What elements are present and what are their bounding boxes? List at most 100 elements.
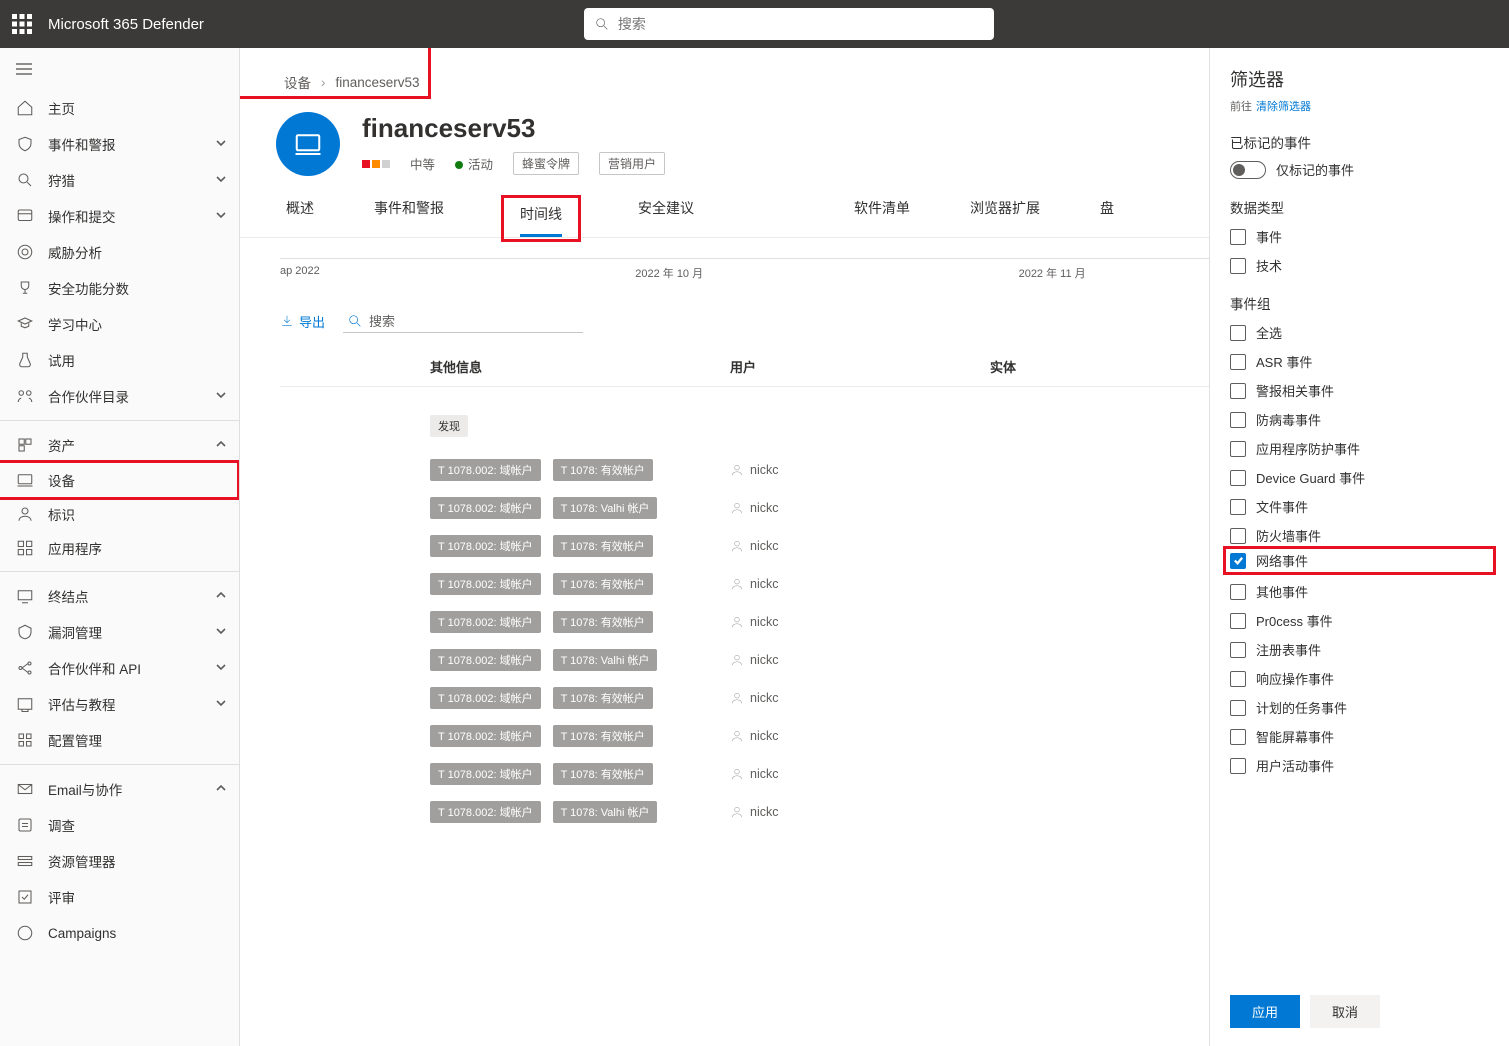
tab-disk[interactable]: 盘: [1100, 198, 1114, 237]
nav-hunting[interactable]: 狩猎: [0, 162, 239, 198]
user-name: nickc: [750, 539, 778, 553]
cb-response[interactable]: [1230, 671, 1246, 687]
apply-button[interactable]: 应用: [1230, 995, 1300, 1028]
nav-divider: [0, 420, 239, 421]
nav-apps[interactable]: 应用程序: [0, 531, 239, 565]
vuln-icon: [16, 623, 34, 641]
nav-label: 资产: [48, 435, 75, 455]
nav-label: 威胁分析: [48, 242, 102, 262]
nav-email[interactable]: Email与协作: [0, 771, 239, 807]
chevron-down-icon: [215, 389, 227, 404]
cb-select-all[interactable]: [1230, 325, 1246, 341]
nav-investigations[interactable]: 调查: [0, 807, 239, 843]
nav-review[interactable]: 评审: [0, 879, 239, 915]
tab-recommendations[interactable]: 安全建议: [638, 198, 694, 237]
nav-trial[interactable]: 试用: [0, 342, 239, 378]
cb-events[interactable]: [1230, 229, 1246, 245]
user-icon: [730, 691, 744, 705]
nav-partner-catalog[interactable]: 合作伙伴目录: [0, 378, 239, 414]
filter-clear: 前往清除筛选器: [1230, 98, 1489, 114]
app-title: Microsoft 365 Defender: [48, 16, 204, 33]
nav-threat-analytics[interactable]: 威胁分析: [0, 234, 239, 270]
partner-icon: [16, 387, 34, 405]
nav-config[interactable]: 配置管理: [0, 722, 239, 758]
cb-asr[interactable]: [1230, 354, 1246, 370]
tab-incidents[interactable]: 事件和警报: [374, 198, 444, 237]
cb-other[interactable]: [1230, 584, 1246, 600]
nav-incidents[interactable]: 事件和警报: [0, 126, 239, 162]
cb-schtask[interactable]: [1230, 700, 1246, 716]
clear-prefix: 前往: [1230, 101, 1252, 113]
device-tag[interactable]: 蜂蜜令牌: [513, 152, 579, 175]
nav-vuln[interactable]: 漏洞管理: [0, 614, 239, 650]
nav-label: Email与协作: [48, 779, 122, 799]
nav-label: 漏洞管理: [48, 622, 102, 642]
nav-campaigns[interactable]: Campaigns: [0, 915, 239, 951]
col-header-info[interactable]: 其他信息: [430, 357, 730, 376]
cb-smartscreen[interactable]: [1230, 729, 1246, 745]
device-tag[interactable]: 营销用户: [599, 152, 665, 175]
cb-label: 其他事件: [1256, 582, 1308, 601]
nav-identities[interactable]: 标识: [0, 497, 239, 531]
technique-tag: T 1078.002: 域帐户: [430, 763, 541, 785]
cb-antivirus[interactable]: [1230, 412, 1246, 428]
explorer-icon: [16, 852, 34, 870]
breadcrumb: 设备 › financeserv53: [276, 68, 428, 96]
nav-endpoints[interactable]: 终结点: [0, 578, 239, 614]
cb-label: ASR 事件: [1256, 352, 1312, 371]
chevron-down-icon: [215, 625, 227, 640]
global-search[interactable]: [584, 8, 994, 40]
nav-devices[interactable]: 设备: [0, 463, 237, 497]
technique-tag: T 1078.002: 域帐户: [430, 535, 541, 557]
cb-useractivity[interactable]: [1230, 758, 1246, 774]
filter-title: 筛选器: [1230, 66, 1489, 92]
breadcrumb-root[interactable]: 设备: [284, 72, 311, 92]
technique-tag: T 1078: 有效帐户: [553, 611, 653, 633]
tab-software[interactable]: 软件清单: [854, 198, 910, 237]
cb-label: 用户活动事件: [1256, 756, 1334, 775]
cb-label: Device Guard 事件: [1256, 468, 1365, 487]
cancel-button[interactable]: 取消: [1310, 995, 1380, 1028]
tab-extensions[interactable]: 浏览器扩展: [970, 198, 1040, 237]
chevron-up-icon: [215, 782, 227, 797]
nav-label: 主页: [48, 98, 75, 118]
cb-registry[interactable]: [1230, 642, 1246, 658]
cb-alert[interactable]: [1230, 383, 1246, 399]
tab-overview[interactable]: 概述: [286, 198, 314, 237]
cb-label: 事件: [1256, 227, 1282, 246]
analytics-icon: [16, 243, 34, 261]
clear-filters-link[interactable]: 清除筛选器: [1256, 101, 1311, 113]
tab-timeline[interactable]: 时间线: [520, 204, 562, 237]
nav-home[interactable]: 主页: [0, 90, 239, 126]
cb-firewall[interactable]: [1230, 528, 1246, 544]
waffle-icon[interactable]: [12, 14, 32, 34]
cb-network[interactable]: [1230, 553, 1246, 569]
nav-actions[interactable]: 操作和提交: [0, 198, 239, 234]
technique-tag: T 1078.002: 域帐户: [430, 687, 541, 709]
cb-file[interactable]: [1230, 499, 1246, 515]
nav-explorer[interactable]: 资源管理器: [0, 843, 239, 879]
group-section-header: 事件组: [1230, 293, 1489, 313]
technique-tag: T 1078: 有效帐户: [553, 763, 653, 785]
col-header-user[interactable]: 用户: [730, 357, 990, 376]
nav-assets[interactable]: 资产: [0, 427, 239, 463]
cb-label: 网络事件: [1256, 551, 1308, 570]
nav-partner-api[interactable]: 合作伙伴和 API: [0, 650, 239, 686]
nav-label: 应用程序: [48, 538, 102, 558]
cb-deviceguard[interactable]: [1230, 470, 1246, 486]
export-button[interactable]: 导出: [280, 312, 325, 331]
nav-secure-score[interactable]: 安全功能分数: [0, 270, 239, 306]
nav-collapse-button[interactable]: [0, 48, 239, 90]
flagged-only-toggle[interactable]: [1230, 161, 1266, 179]
chevron-right-icon: ›: [321, 75, 326, 90]
cb-appguard[interactable]: [1230, 441, 1246, 457]
cb-techniques[interactable]: [1230, 258, 1246, 274]
nav-learning[interactable]: 学习中心: [0, 306, 239, 342]
status: 活动: [455, 154, 493, 173]
technique-tag: T 1078: Valhi 帐户: [553, 497, 658, 519]
timeline-search[interactable]: 搜索: [343, 309, 583, 333]
nav-tutorials[interactable]: 评估与教程: [0, 686, 239, 722]
cb-process[interactable]: [1230, 613, 1246, 629]
device-icon: [16, 471, 34, 489]
global-search-input[interactable]: [618, 16, 984, 32]
